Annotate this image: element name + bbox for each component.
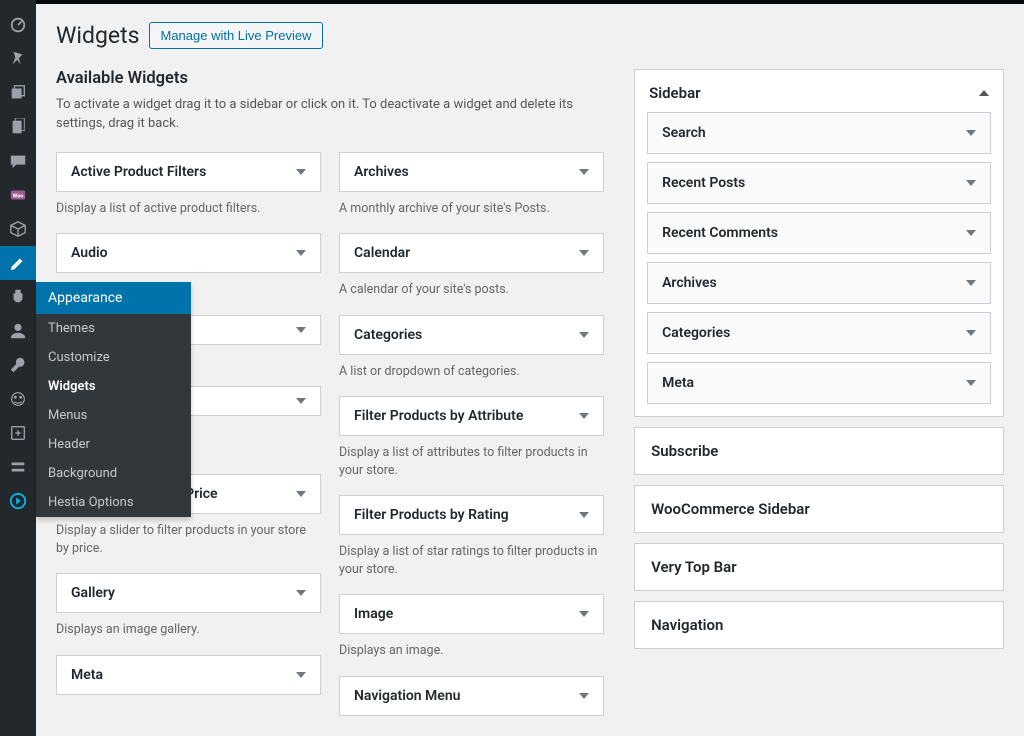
chevron-down-icon xyxy=(296,250,306,256)
dashboard-icon[interactable] xyxy=(0,8,36,42)
flyout-hestia[interactable]: Hestia Options xyxy=(36,488,191,517)
chevron-down-icon xyxy=(296,672,306,678)
available-intro: To activate a widget drag it to a sideba… xyxy=(56,96,604,134)
flyout-background[interactable]: Background xyxy=(36,459,191,488)
chevron-down-icon xyxy=(966,230,976,236)
appearance-icon[interactable] xyxy=(0,246,36,280)
flyout-widgets[interactable]: Widgets xyxy=(36,372,191,401)
chevron-down-icon xyxy=(966,330,976,336)
widget-areas-column: Sidebar Search Recent Posts Recent Comme… xyxy=(634,69,1004,659)
chevron-down-icon xyxy=(579,611,589,617)
widget-active-product-filters[interactable]: Active Product Filters xyxy=(56,152,321,192)
chevron-down-icon xyxy=(966,280,976,286)
widget-desc: A list or dropdown of categories. xyxy=(339,363,604,381)
chevron-down-icon xyxy=(966,380,976,386)
sidebar-item-categories[interactable]: Categories xyxy=(647,312,991,354)
area-navigation[interactable]: Navigation xyxy=(634,601,1004,649)
area-very-top-bar[interactable]: Very Top Bar xyxy=(634,543,1004,591)
widget-categories[interactable]: Categories xyxy=(339,315,604,355)
users-icon[interactable] xyxy=(0,314,36,348)
pin-icon[interactable] xyxy=(0,42,36,76)
widget-desc: Display a list of star ratings to filter… xyxy=(339,543,604,578)
chevron-down-icon xyxy=(296,169,306,175)
widget-desc: Display a list of active product filters… xyxy=(56,200,321,218)
chevron-down-icon xyxy=(296,491,306,497)
manage-live-preview-button[interactable]: Manage with Live Preview xyxy=(149,22,322,49)
widget-navigation-menu[interactable]: Navigation Menu xyxy=(339,676,604,716)
sidebar-item-recent-posts[interactable]: Recent Posts xyxy=(647,162,991,204)
box2-icon[interactable] xyxy=(0,416,36,450)
chevron-down-icon xyxy=(579,413,589,419)
area-subscribe[interactable]: Subscribe xyxy=(634,427,1004,475)
page-title: Widgets xyxy=(56,22,139,49)
svg-text:Woo: Woo xyxy=(13,194,24,200)
sidebar-item-search[interactable]: Search xyxy=(647,112,991,154)
flyout-menus[interactable]: Menus xyxy=(36,401,191,430)
chevron-down-icon xyxy=(296,327,306,333)
sidebar-area-header[interactable]: Sidebar xyxy=(647,80,991,112)
chevron-down-icon xyxy=(579,693,589,699)
widget-desc: Display a list of attributes to filter p… xyxy=(339,444,604,479)
widget-meta[interactable]: Meta xyxy=(56,655,321,695)
sidebar-item-meta[interactable]: Meta xyxy=(647,362,991,404)
chevron-down-icon xyxy=(296,398,306,404)
chevron-up-icon xyxy=(979,90,989,96)
flyout-heading[interactable]: Appearance xyxy=(36,282,191,314)
sidebar-item-recent-comments[interactable]: Recent Comments xyxy=(647,212,991,254)
widget-desc: A calendar of your site's posts. xyxy=(339,281,604,299)
appearance-flyout: Appearance Themes Customize Widgets Menu… xyxy=(36,282,191,517)
chevron-down-icon xyxy=(579,512,589,518)
chevron-down-icon xyxy=(579,332,589,338)
sidebar-item-archives[interactable]: Archives xyxy=(647,262,991,304)
widget-audio[interactable]: Audio xyxy=(56,233,321,273)
widget-archives[interactable]: Archives xyxy=(339,152,604,192)
plugins-icon[interactable] xyxy=(0,280,36,314)
pages-icon[interactable] xyxy=(0,110,36,144)
widget-calendar[interactable]: Calendar xyxy=(339,233,604,273)
media-icon[interactable] xyxy=(0,76,36,110)
flyout-customize[interactable]: Customize xyxy=(36,343,191,372)
widget-desc: Display a slider to filter products in y… xyxy=(56,522,321,557)
chevron-down-icon xyxy=(966,180,976,186)
chevron-down-icon xyxy=(966,130,976,136)
admin-sidebar: Woo xyxy=(0,0,36,736)
chevron-down-icon xyxy=(296,590,306,596)
widget-desc: Displays an image. xyxy=(339,642,604,660)
widget-desc: A monthly archive of your site's Posts. xyxy=(339,200,604,218)
woo-icon[interactable]: Woo xyxy=(0,178,36,212)
rankmath-icon[interactable] xyxy=(0,382,36,416)
tools-icon[interactable] xyxy=(0,348,36,382)
flyout-header[interactable]: Header xyxy=(36,430,191,459)
collapse-icon[interactable] xyxy=(0,484,36,518)
settings-icon[interactable] xyxy=(0,450,36,484)
widget-filter-by-attribute[interactable]: Filter Products by Attribute xyxy=(339,396,604,436)
widget-filter-by-rating[interactable]: Filter Products by Rating xyxy=(339,495,604,535)
widget-desc: Displays an image gallery. xyxy=(56,621,321,639)
widget-image[interactable]: Image xyxy=(339,594,604,634)
comments-icon[interactable] xyxy=(0,144,36,178)
widget-gallery[interactable]: Gallery xyxy=(56,573,321,613)
widgets-right-column: Archives A monthly archive of your site'… xyxy=(339,152,604,724)
area-woocommerce-sidebar[interactable]: WooCommerce Sidebar xyxy=(634,485,1004,533)
flyout-themes[interactable]: Themes xyxy=(36,314,191,343)
chevron-down-icon xyxy=(579,250,589,256)
chevron-down-icon xyxy=(579,169,589,175)
sidebar-widget-area: Sidebar Search Recent Posts Recent Comme… xyxy=(634,69,1004,417)
available-heading: Available Widgets xyxy=(56,69,604,88)
box-icon[interactable] xyxy=(0,212,36,246)
